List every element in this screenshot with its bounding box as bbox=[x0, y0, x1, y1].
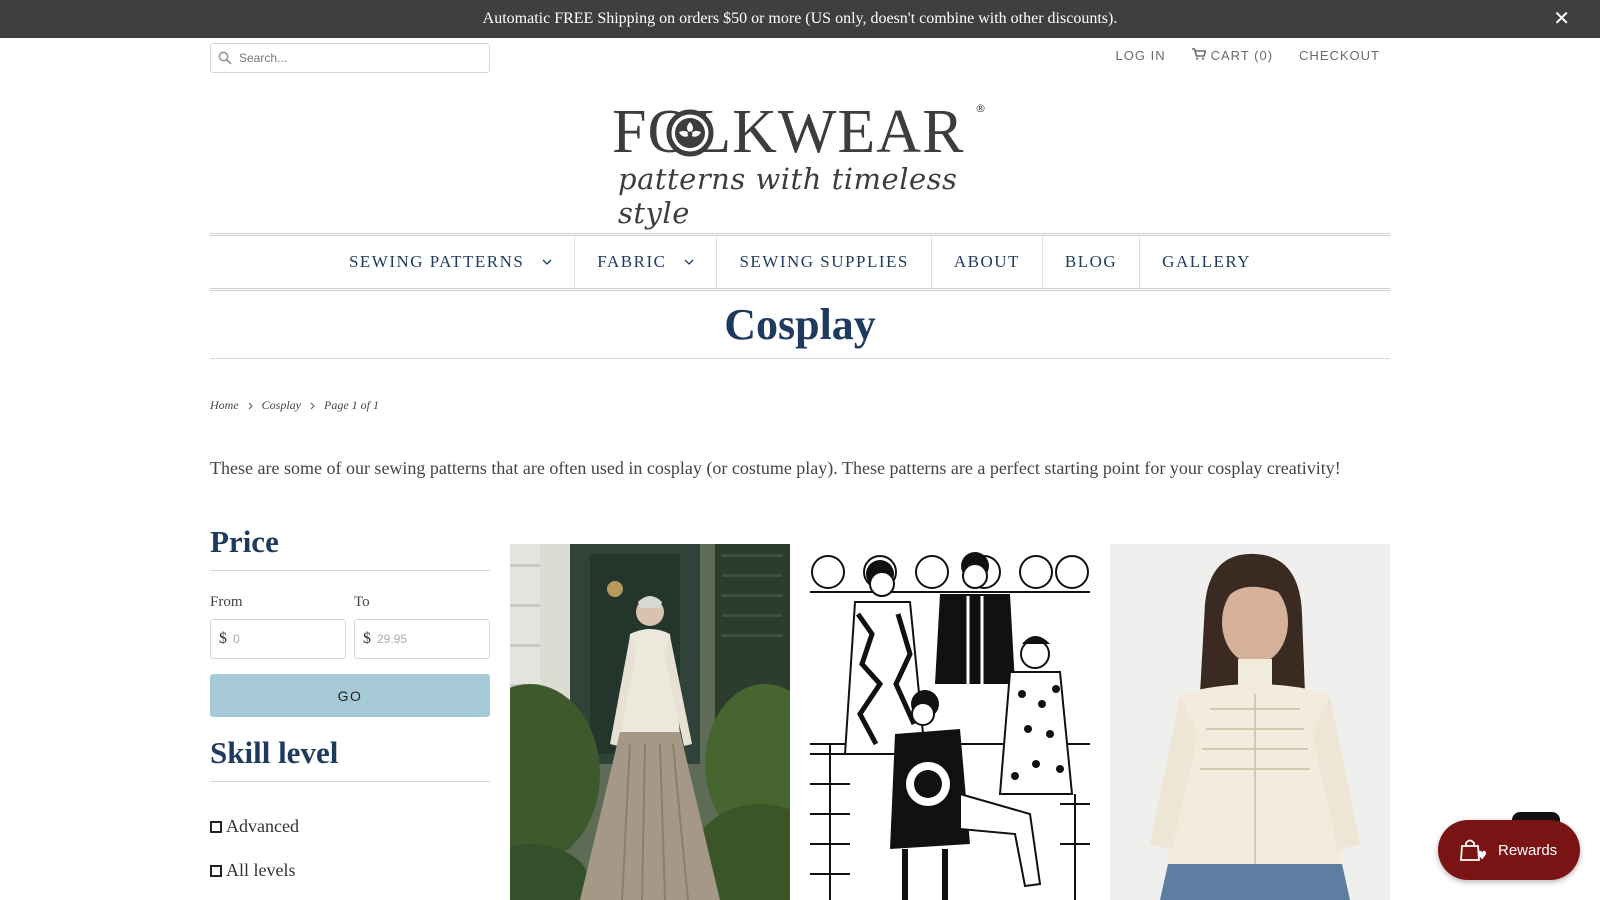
breadcrumb-cosplay[interactable]: Cosplay bbox=[262, 398, 301, 413]
shopping-bag-heart-icon bbox=[1458, 837, 1486, 863]
nav-item-about[interactable]: ABOUT bbox=[932, 236, 1043, 288]
utility-links: LOG IN CART (0) CHECKOUT bbox=[1116, 48, 1380, 63]
checkout-link[interactable]: CHECKOUT bbox=[1299, 48, 1380, 63]
currency-symbol: $ bbox=[219, 630, 227, 647]
product-card-3[interactable] bbox=[1110, 544, 1390, 900]
page-title: Cosplay bbox=[210, 297, 1390, 359]
login-link[interactable]: LOG IN bbox=[1116, 48, 1166, 63]
search-box bbox=[210, 43, 490, 73]
checkout-label: CHECKOUT bbox=[1299, 48, 1380, 63]
skill-option-label: All levels bbox=[226, 860, 296, 880]
main-nav: SEWING PATTERNS FABRIC SEWING SUPPLIES A… bbox=[210, 233, 1390, 291]
price-to-label: To bbox=[354, 594, 370, 610]
price-filter-heading: Price bbox=[210, 524, 490, 571]
flower-icon bbox=[666, 109, 714, 157]
collection-description: These are some of our sewing patterns th… bbox=[210, 458, 1341, 478]
product-image[interactable] bbox=[510, 544, 790, 900]
cart-icon bbox=[1191, 48, 1207, 63]
nav-label: SEWING SUPPLIES bbox=[739, 252, 909, 271]
nav-label: ABOUT bbox=[953, 252, 1020, 271]
search-icon bbox=[211, 51, 239, 65]
price-to-field: $ bbox=[354, 619, 490, 659]
skill-option-advanced[interactable]: Advanced bbox=[210, 816, 299, 837]
skill-filter-heading: Skill level bbox=[210, 735, 490, 782]
nav-item-sewing-supplies[interactable]: SEWING SUPPLIES bbox=[717, 236, 932, 288]
skill-option-all-levels[interactable]: All levels bbox=[210, 860, 296, 881]
checkbox[interactable] bbox=[210, 864, 222, 877]
price-from-field: $ bbox=[210, 619, 346, 659]
close-icon[interactable]: ✕ bbox=[1553, 5, 1570, 31]
price-from-label: From bbox=[210, 594, 243, 610]
login-label: LOG IN bbox=[1115, 48, 1166, 63]
breadcrumb-home[interactable]: Home bbox=[210, 398, 239, 413]
nav-item-fabric[interactable]: FABRIC bbox=[575, 236, 718, 288]
logo-registered-mark: ® bbox=[975, 102, 986, 115]
nav-label: BLOG bbox=[1064, 252, 1118, 271]
nav-label: FABRIC bbox=[597, 252, 667, 271]
nav-item-gallery[interactable]: GALLERY bbox=[1140, 236, 1273, 288]
price-from-input[interactable] bbox=[233, 632, 333, 646]
search-input[interactable] bbox=[239, 51, 479, 65]
breadcrumb: Home Cosplay Page 1 of 1 bbox=[210, 398, 379, 413]
product-image[interactable] bbox=[810, 544, 1090, 900]
currency-symbol: $ bbox=[363, 630, 371, 647]
rewards-button[interactable]: Rewards bbox=[1438, 820, 1580, 880]
nav-item-blog[interactable]: BLOG bbox=[1043, 236, 1141, 288]
nav-label: SEWING PATTERNS bbox=[348, 252, 525, 271]
product-image[interactable] bbox=[1110, 544, 1390, 900]
breadcrumb-page: Page 1 of 1 bbox=[324, 398, 380, 412]
rewards-label: Rewards bbox=[1498, 841, 1558, 859]
folkwear-logo[interactable]: FOLKWEAR ® patterns with timeless style bbox=[612, 100, 992, 230]
cart-label: CART (0) bbox=[1210, 48, 1274, 63]
chevron-right-icon bbox=[310, 402, 315, 410]
skill-option-label: Advanced bbox=[226, 816, 299, 836]
chevron-down-icon bbox=[542, 259, 552, 265]
price-go-button[interactable]: GO bbox=[210, 674, 490, 717]
announcement-text: Automatic FREE Shipping on orders $50 or… bbox=[482, 10, 1118, 27]
product-card-2[interactable] bbox=[810, 544, 1090, 900]
announcement-bar: Automatic FREE Shipping on orders $50 or… bbox=[0, 0, 1600, 38]
nav-label: GALLERY bbox=[1162, 252, 1252, 271]
nav-item-sewing-patterns[interactable]: SEWING PATTERNS bbox=[327, 236, 576, 288]
price-to-input[interactable] bbox=[377, 632, 477, 646]
logo-tagline: patterns with timeless style bbox=[618, 162, 958, 230]
product-card-1[interactable] bbox=[510, 544, 790, 900]
chevron-right-icon bbox=[248, 402, 253, 410]
cart-link[interactable]: CART (0) bbox=[1191, 48, 1274, 63]
checkbox[interactable] bbox=[210, 820, 222, 833]
chevron-down-icon bbox=[684, 259, 694, 265]
